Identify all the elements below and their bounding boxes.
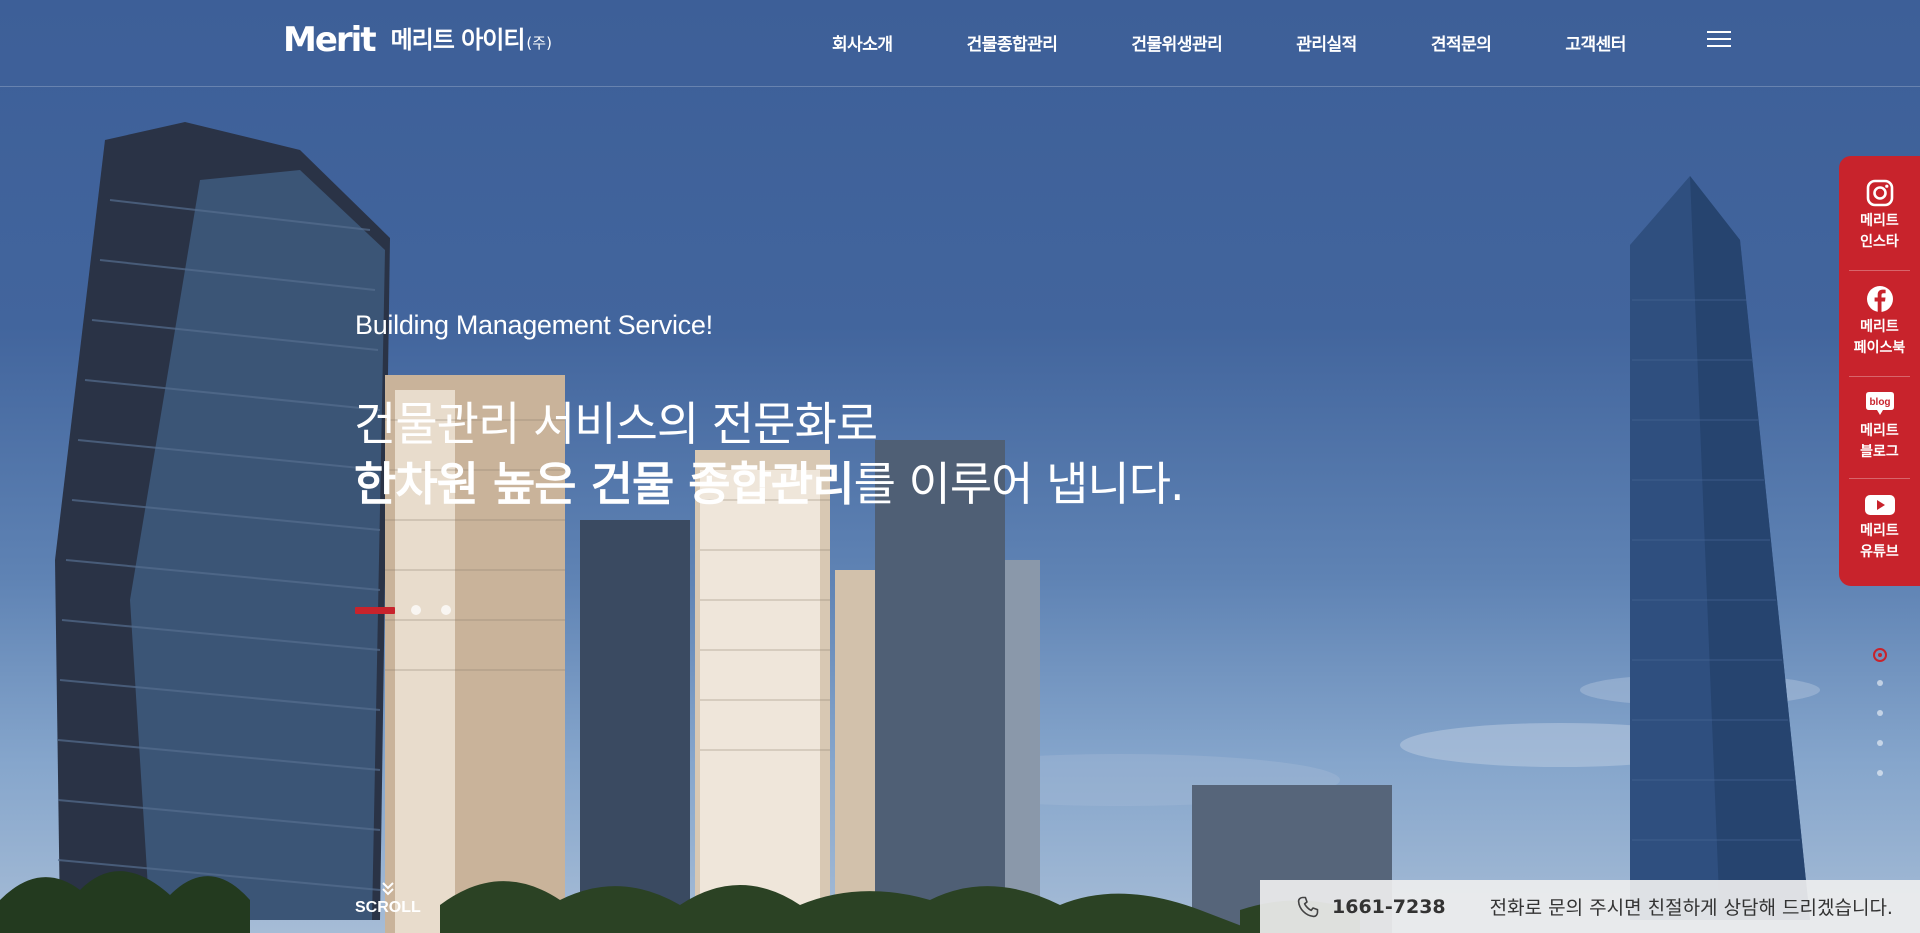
sns-blog-label-2: 블로그 (1860, 444, 1899, 460)
contact-message: 전화로 문의 주시면 친절하게 상담해 드리겠습니다. (1489, 897, 1893, 919)
contact-phone-number[interactable]: 1661-7238 (1332, 896, 1446, 918)
sns-youtube-label-1: 메리트 (1860, 523, 1899, 539)
site-logo[interactable]: Merit 메리트 아이티 (주) (283, 20, 552, 60)
nav-item-quote-inquiry[interactable]: 견적문의 (1431, 30, 1492, 55)
sns-facebook-label-2: 페이스북 (1853, 340, 1906, 356)
section-indicator-active[interactable] (1873, 648, 1887, 662)
logo-merit-wordmark: Merit (283, 20, 377, 60)
sns-instagram-link[interactable]: 메리트 인스타 (1839, 178, 1920, 253)
section-indicator-5[interactable] (1877, 770, 1883, 776)
scroll-label: SCROLL (355, 899, 421, 916)
main-nav: 회사소개 건물종합관리 건물위생관리 관리실적 견적문의 고객센터 (832, 30, 1626, 55)
youtube-icon (1864, 495, 1895, 515)
hero-headline-rest: 를 이루어 냅니다. (853, 457, 1185, 511)
nav-item-portfolio[interactable]: 관리실적 (1296, 30, 1357, 55)
nav-item-company[interactable]: 회사소개 (832, 30, 893, 55)
blog-badge-text: blog (1869, 397, 1890, 408)
slide-indicator-active[interactable] (355, 606, 395, 614)
hero-headline-emphasis: 한차원 높은 건물 종합관리 (354, 457, 855, 511)
sns-blog-link[interactable]: blog 메리트 블로그 (1839, 390, 1920, 463)
section-indicator-4[interactable] (1877, 740, 1883, 746)
nav-item-building-management[interactable]: 건물종합관리 (967, 30, 1058, 55)
sns-blog-label-1: 메리트 (1860, 423, 1899, 439)
section-indicator-3[interactable] (1877, 710, 1883, 716)
slide-indicator-3[interactable] (441, 605, 451, 615)
nav-item-customer-center[interactable]: 고객센터 (1565, 30, 1626, 55)
sns-divider (1849, 478, 1910, 479)
sns-divider (1849, 270, 1910, 271)
site-header: Merit 메리트 아이티 (주) 회사소개 건물종합관리 건물위생관리 관리실… (0, 0, 1920, 87)
instagram-icon (1866, 179, 1893, 207)
slide-indicator-2[interactable] (411, 605, 421, 615)
hero-subtitle: Building Management Service! (355, 310, 713, 340)
hero-headline-line1: 건물관리 서비스의 전문화로 (354, 397, 878, 451)
sns-facebook-link[interactable]: 메리트 페이스북 (1839, 284, 1920, 359)
contact-bar: 1661-7238 전화로 문의 주시면 친절하게 상담해 드리겠습니다. (1260, 880, 1920, 933)
blog-icon: blog (1865, 392, 1894, 415)
scroll-down-button[interactable]: SCROLL (355, 880, 421, 917)
sns-youtube-label-2: 유튜브 (1860, 544, 1899, 560)
logo-company-name: 메리트 아이티 (390, 26, 526, 54)
facebook-icon (1866, 286, 1893, 312)
section-indicator-2[interactable] (1877, 680, 1883, 686)
double-chevron-down-icon (355, 880, 421, 899)
slide-pagination (355, 605, 471, 615)
nav-item-hygiene-management[interactable]: 건물위생관리 (1131, 30, 1222, 55)
sns-divider (1849, 376, 1910, 377)
phone-icon (1297, 896, 1319, 917)
sns-instagram-label-2: 인스타 (1860, 234, 1899, 250)
sns-quick-panel: 메리트 인스타 메리트 페이스북 blog 메리트 블로그 메리트 유튜브 (1839, 156, 1920, 586)
section-pagination (1871, 648, 1889, 800)
logo-corp-suffix: (주) (526, 34, 552, 52)
sns-facebook-label-1: 메리트 (1860, 319, 1899, 335)
hamburger-menu-icon[interactable] (1707, 31, 1731, 51)
sns-youtube-link[interactable]: 메리트 유튜브 (1839, 492, 1920, 563)
hero-headline-line2: 한차원 높은 건물 종합관리를 이루어 냅니다. (354, 448, 1185, 514)
sns-instagram-label-1: 메리트 (1860, 213, 1899, 229)
